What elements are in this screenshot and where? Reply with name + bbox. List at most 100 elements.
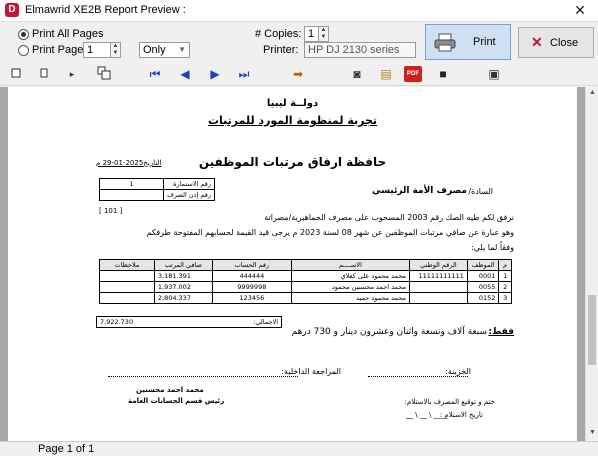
report-preview-area: دولــة ليبيا تجربة لمنظومة المورد للمرتب…	[0, 87, 585, 441]
zoom-page-width-icon[interactable]	[36, 66, 52, 82]
table-row: 2 0055 محمد احمد محسنين محمود 9999998 1,…	[99, 281, 512, 293]
last-page-icon[interactable]: ⏭	[236, 66, 252, 82]
signer-name: محمد احمد محسنين	[136, 386, 204, 394]
prev-page-icon[interactable]: ◀	[177, 66, 193, 82]
close-button[interactable]: ✕ Close	[518, 27, 594, 58]
col-header: الموظف	[466, 259, 500, 271]
chevron-down-icon: ▼	[178, 45, 186, 54]
print-page-label: Print Page	[32, 44, 84, 56]
national-id: 11111111111	[408, 270, 468, 282]
printer-icon	[434, 33, 456, 56]
app-icon: D	[5, 3, 19, 17]
net-salary: 3,181.391	[153, 270, 213, 282]
bank-stamp-label: ختم و توقيع المصرف بالاستلام:	[404, 398, 495, 406]
save-icon[interactable]: ■	[435, 66, 451, 82]
first-page-icon[interactable]: ⏮	[147, 66, 163, 82]
internal-review-label: المراجعة الداخلية:	[281, 367, 341, 376]
batch-info-table: 1 رقم الاستمارة رقم إذن الصرف	[98, 178, 215, 201]
print-page-stepper[interactable]: ▲ ▼	[110, 42, 121, 58]
internal-review-signature-line	[108, 376, 298, 377]
account-number: 444444	[211, 270, 292, 282]
table-row: 1 0001 11111111111 محمد محمود على كعلاي …	[99, 270, 512, 282]
report-title: حافظة ارفاق مرتبات الموظفين	[198, 155, 387, 169]
bank-label: السادة/	[468, 187, 493, 196]
col-header: صافي المرتب	[153, 259, 213, 271]
account-number: 123456	[211, 292, 292, 304]
notes	[99, 281, 155, 293]
print-button[interactable]: Print	[425, 24, 511, 60]
col-header: الاســــم	[290, 259, 410, 271]
body-line-1: نرفق لكم طيه الصك رقم 2003 المسحوب على م…	[264, 213, 514, 222]
col-header: م	[498, 259, 512, 271]
net-salary: 1,937.002	[153, 281, 213, 293]
print-button-label: Print	[473, 36, 496, 48]
body-line-3: وفقاً لما يلي:	[471, 243, 514, 252]
goto-page-icon[interactable]: ➡	[290, 66, 306, 82]
batch-label: رقم الاستمارة	[163, 178, 215, 190]
close-icon: ✕	[531, 34, 543, 50]
employee-name: محمد محمود حميد	[290, 292, 410, 304]
signer-title: رئيس قسم الحسابات العامة	[128, 397, 225, 405]
camera-icon[interactable]: ◙	[349, 66, 365, 82]
copies-stepper[interactable]: ▲ ▼	[318, 26, 329, 42]
scroll-up-icon[interactable]: ▲	[588, 89, 597, 99]
employee-name: محمد احمد محسنين محمود	[290, 281, 410, 293]
table-header-row: م الموظف الرقم الوطني الاســــم رقم الحس…	[99, 259, 512, 271]
copies-input[interactable]: 1	[304, 26, 319, 42]
treasurer-label: الخزينة:	[445, 367, 471, 376]
multi-page-icon[interactable]	[96, 66, 112, 82]
net-salary: 2,804.337	[153, 292, 213, 304]
export-pdf-icon[interactable]: PDF	[404, 66, 422, 82]
preview-vertical-scrollbar[interactable]: ▲ ▼	[585, 87, 598, 441]
report-page: دولــة ليبيا تجربة لمنظومة المورد للمرتب…	[8, 87, 577, 441]
col-header: ملاحظات	[99, 259, 155, 271]
total-value: 7,922.730	[96, 316, 183, 328]
print-page-radio[interactable]	[18, 45, 29, 56]
national-id	[408, 281, 468, 293]
scrollbar-thumb[interactable]	[588, 295, 596, 365]
table-row: 3 0152 محمد محمود حميد 123456 2,804.337	[99, 292, 512, 304]
page-indicator: Page 1 of 1	[38, 443, 95, 455]
row-number: 3	[498, 292, 512, 304]
only-select-value: Only	[143, 44, 166, 56]
row-number: 1	[498, 270, 512, 282]
notes	[99, 292, 155, 304]
employee-code: 0001	[466, 270, 500, 282]
copies-label: # Copies:	[255, 28, 302, 40]
treasurer-signature-line	[368, 376, 468, 377]
scroll-down-icon[interactable]: ▼	[588, 429, 597, 439]
batch-value: 1	[98, 178, 165, 190]
printer-setup-icon[interactable]: ▣	[486, 66, 502, 82]
bank-name: مصرف الأمة الرئيسي	[372, 186, 467, 196]
window-close-icon[interactable]: ✕	[562, 0, 598, 21]
notes	[99, 270, 155, 282]
zoom-100-icon[interactable]: ▸	[64, 66, 80, 82]
salary-table: م الموظف الرقم الوطني الاســــم رقم الحس…	[99, 259, 512, 304]
total-table: 7,922.730 الاجمالي:	[96, 316, 282, 328]
national-id	[408, 292, 468, 304]
window-title: Elmawrid XE2B Report Preview :	[25, 4, 186, 16]
zoom-fit-page-icon[interactable]	[8, 66, 24, 82]
print-page-input[interactable]: 1	[83, 42, 111, 58]
auth-value	[98, 189, 165, 201]
printer-label: Printer:	[263, 44, 299, 56]
employee-name: محمد محمود على كعلاي	[290, 270, 410, 282]
close-button-label: Close	[550, 37, 579, 49]
print-all-radio[interactable]	[18, 29, 29, 40]
next-page-icon[interactable]: ▶	[207, 66, 223, 82]
body-line-2: وهو عبارة عن صافي مرتبات الموظفين عن شهر…	[146, 228, 514, 237]
print-all-label: Print All Pages	[32, 28, 104, 40]
employee-code: 0152	[466, 292, 500, 304]
printer-select[interactable]: HP DJ 2130 series	[304, 42, 416, 58]
status-bar: Page 1 of 1	[0, 441, 598, 456]
amount-in-words: سبعة آلاف وتسعة واثنان وعشرون دينار و 73…	[291, 327, 487, 337]
receipt-date-value: __ \ __ \ ____	[406, 411, 448, 419]
report-country: دولــة ليبيا	[266, 98, 319, 109]
total-label: الاجمالي:	[182, 316, 282, 328]
account-number: 9999998	[211, 281, 292, 293]
print-options-bar: Print All Pages Print Page 1 ▲ ▼ Only ▼ #…	[0, 22, 598, 62]
row-number: 2	[498, 281, 512, 293]
only-select[interactable]: Only ▼	[139, 42, 190, 58]
employee-code: 0055	[466, 281, 500, 293]
open-folder-icon[interactable]: ▤	[378, 66, 394, 82]
